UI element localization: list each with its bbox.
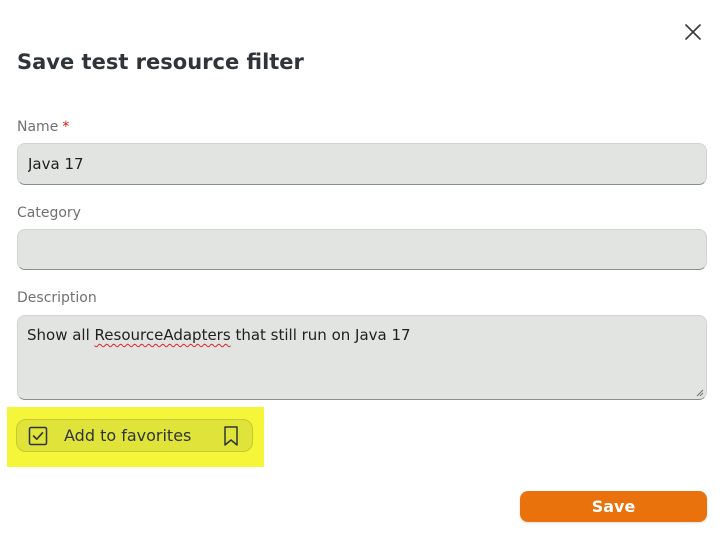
required-marker: * <box>62 119 70 135</box>
name-input[interactable] <box>17 143 707 185</box>
save-button[interactable]: Save <box>520 491 707 522</box>
description-text-prefix: Show all <box>27 326 95 344</box>
category-input[interactable] <box>17 229 707 270</box>
description-textarea[interactable]: Show all ResourceAdapters that still run… <box>17 315 707 400</box>
description-text-suffix: that still run on Java 17 <box>230 326 411 344</box>
description-label: Description <box>17 290 97 306</box>
checkbox-checked-icon[interactable] <box>28 426 48 446</box>
dialog-title: Save test resource filter <box>17 50 304 74</box>
description-text-misspelled: ResourceAdapters <box>94 326 231 344</box>
add-to-favorites-toggle[interactable]: Add to favorites <box>16 419 253 452</box>
add-to-favorites-label: Add to favorites <box>64 426 192 445</box>
category-label: Category <box>17 205 81 221</box>
resize-handle-icon[interactable] <box>696 389 704 397</box>
name-label: Name * <box>17 119 69 135</box>
name-label-text: Name <box>17 119 59 135</box>
close-icon <box>685 24 701 40</box>
bookmark-icon <box>224 426 238 446</box>
save-filter-dialog: Save test resource filter Name* Category… <box>0 0 723 536</box>
close-button[interactable] <box>683 22 703 42</box>
